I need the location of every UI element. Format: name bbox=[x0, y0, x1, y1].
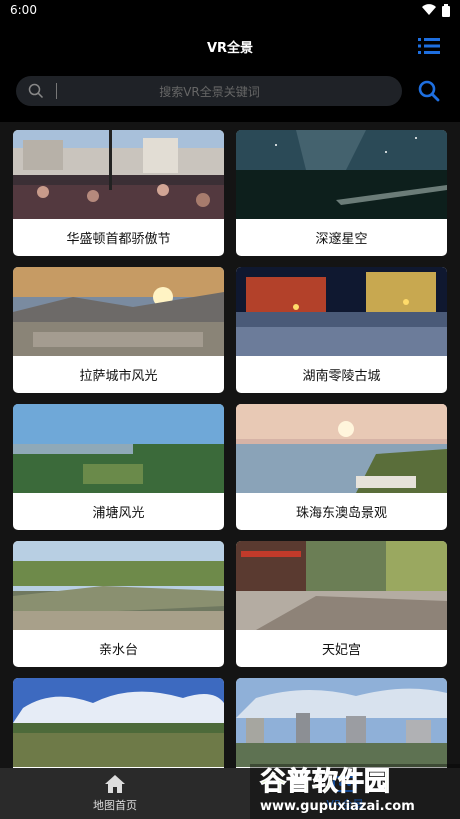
watermark-logo: 谷普软件园 www.gupuxiazai.com bbox=[250, 764, 460, 819]
vr-card[interactable]: 拉萨城市风光 bbox=[13, 267, 224, 393]
card-image bbox=[13, 541, 224, 630]
search-button[interactable] bbox=[418, 80, 440, 102]
nav-item-map-home[interactable]: 地图首页 bbox=[0, 768, 230, 819]
card-image bbox=[13, 404, 224, 493]
card-image bbox=[236, 267, 447, 356]
vr-card[interactable]: 深邃星空 bbox=[236, 130, 447, 256]
nav-label: 地图首页 bbox=[93, 799, 137, 812]
card-image bbox=[13, 267, 224, 356]
card-image bbox=[236, 541, 447, 630]
card-label: 湖南零陵古城 bbox=[302, 369, 381, 384]
card-label: 华盛顿首都骄傲节 bbox=[66, 232, 171, 247]
watermark-title: 谷普软件园 bbox=[260, 766, 390, 797]
app-header: VR全景 bbox=[0, 20, 460, 72]
vr-card[interactable]: 华盛顿首都骄傲节 bbox=[13, 130, 224, 256]
vr-card[interactable]: 珠海东澳岛景观 bbox=[236, 404, 447, 530]
vr-card[interactable]: 浦塘风光 bbox=[13, 404, 224, 530]
card-label: 深邃星空 bbox=[315, 232, 368, 247]
card-image bbox=[236, 130, 447, 219]
search-input[interactable]: 搜索VR全景关键词 bbox=[16, 76, 402, 106]
status-bar: 6:00 bbox=[0, 0, 460, 20]
search-placeholder: 搜索VR全景关键词 bbox=[159, 84, 260, 99]
card-label: 拉萨城市风光 bbox=[79, 369, 158, 384]
vr-card-grid: 华盛顿首都骄傲节 深邃星空 拉萨城市风光 湖南零陵古城 浦塘风光 珠海东澳岛景观… bbox=[0, 122, 460, 768]
vr-card[interactable] bbox=[13, 678, 224, 768]
card-label: 浦塘风光 bbox=[92, 506, 145, 521]
card-image bbox=[13, 678, 224, 767]
card-label: 亲水台 bbox=[98, 643, 138, 658]
card-image bbox=[13, 130, 224, 219]
status-time: 6:00 bbox=[10, 3, 37, 17]
list-menu-icon[interactable] bbox=[418, 37, 440, 55]
vr-card[interactable]: 湖南零陵古城 bbox=[236, 267, 447, 393]
home-icon bbox=[105, 775, 125, 793]
search-row: 搜索VR全景关键词 bbox=[0, 72, 460, 122]
watermark-url: www.gupuxiazai.com bbox=[260, 799, 415, 814]
card-image bbox=[236, 404, 447, 493]
card-label: 天妃宫 bbox=[321, 643, 361, 658]
wifi-icon bbox=[422, 4, 436, 16]
page-title: VR全景 bbox=[206, 40, 254, 56]
battery-icon bbox=[442, 3, 450, 17]
vr-card[interactable]: 天妃宫 bbox=[236, 541, 447, 667]
search-icon bbox=[28, 83, 44, 99]
card-label: 珠海东澳岛景观 bbox=[295, 506, 387, 521]
vr-card[interactable]: 亲水台 bbox=[13, 541, 224, 667]
